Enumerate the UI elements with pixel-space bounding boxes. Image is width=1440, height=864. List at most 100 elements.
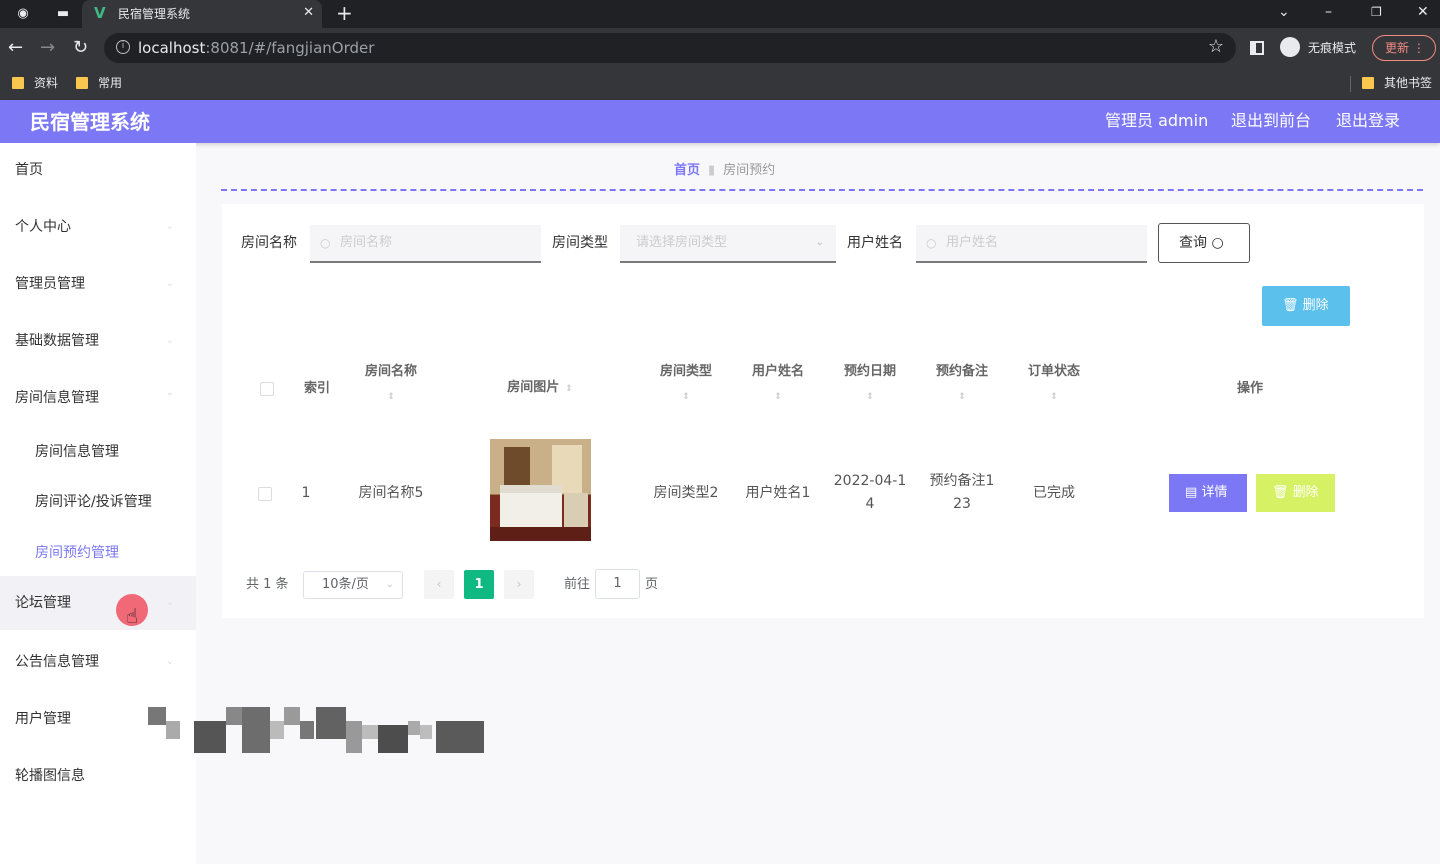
sort-icon[interactable]: ⇕ bbox=[646, 392, 726, 402]
breadcrumb-home[interactable]: 首页 bbox=[674, 163, 700, 178]
logout-link[interactable]: 退出登录 bbox=[1336, 111, 1400, 131]
bookmarks-bar: 资料 常用 其他书签 bbox=[0, 68, 1440, 100]
bookmark-folder-changyong[interactable]: 常用 bbox=[76, 75, 122, 91]
room-type-label: 房间类型 bbox=[552, 235, 608, 251]
vue-logo-icon: V bbox=[94, 4, 106, 22]
batch-delete-button[interactable]: 🗑 删除 bbox=[1262, 286, 1350, 326]
delete-button[interactable]: 🗑 删除 bbox=[1256, 474, 1335, 512]
restore-icon[interactable]: ❐ bbox=[1371, 3, 1382, 21]
th-user-name[interactable]: 用户姓名 ⇕ bbox=[738, 364, 818, 402]
user-name-input[interactable]: ○ 用户姓名 bbox=[916, 225, 1147, 263]
th-order-status[interactable]: 订单状态 ⇕ bbox=[1014, 364, 1094, 402]
th-booking-date[interactable]: 预约日期 ⇕ bbox=[830, 364, 910, 402]
sort-icon[interactable]: ⇕ bbox=[565, 384, 573, 394]
page-number-current[interactable]: 1 bbox=[464, 570, 494, 599]
app-title: 民宿管理系统 bbox=[30, 110, 150, 134]
cell-index: 1 bbox=[301, 485, 311, 501]
close-window-icon[interactable]: ✕ bbox=[1417, 3, 1429, 21]
th-room-image[interactable]: 房间图片 ⇕ bbox=[470, 380, 610, 397]
query-button[interactable]: 查询 ○ bbox=[1158, 223, 1250, 263]
sidebar-item-admin-management[interactable]: 管理员管理 ⌄ bbox=[0, 257, 196, 311]
search-icon: ○ bbox=[1211, 235, 1224, 251]
tab-search-icon[interactable]: ⌄ bbox=[1278, 3, 1290, 21]
pixelated-redaction bbox=[148, 707, 486, 753]
close-tab-icon[interactable]: ✕ bbox=[303, 5, 314, 21]
prev-page-button[interactable]: ‹ bbox=[424, 570, 454, 599]
chevron-down-icon: ⌄ bbox=[165, 597, 174, 608]
sort-icon[interactable]: ⇕ bbox=[922, 392, 1002, 402]
sidebar-item-home[interactable]: 首页 bbox=[0, 143, 196, 197]
chevron-down-icon: ⌄ bbox=[165, 221, 174, 232]
document-icon: ▤ bbox=[1185, 485, 1198, 500]
sidebar-item-forum[interactable]: 论坛管理 ⌄ bbox=[0, 576, 196, 630]
chevron-down-icon: ⌄ bbox=[815, 237, 824, 248]
bookmark-folder-ziliao[interactable]: 资料 bbox=[12, 75, 58, 91]
sort-icon[interactable]: ⇕ bbox=[738, 392, 818, 402]
content-panel bbox=[222, 204, 1424, 618]
cell-order-status: 已完成 bbox=[1033, 485, 1075, 501]
room-type-select[interactable]: 请选择房间类型 ⌄ bbox=[620, 225, 836, 263]
select-all-checkbox[interactable] bbox=[260, 382, 274, 396]
url-bar[interactable]: i localhost:8081/#/fangjianOrder ☆ bbox=[104, 33, 1236, 63]
exit-to-frontend-link[interactable]: 退出到前台 bbox=[1231, 111, 1311, 131]
new-tab-icon[interactable]: + bbox=[336, 3, 353, 23]
globe-icon[interactable]: ◉ bbox=[15, 6, 31, 22]
site-info-icon[interactable]: i bbox=[116, 40, 130, 54]
page-unit-label: 页 bbox=[645, 577, 659, 592]
sort-icon[interactable]: ⇕ bbox=[345, 392, 437, 402]
back-icon[interactable]: ← bbox=[8, 38, 23, 58]
chevron-down-icon: ⌄ bbox=[385, 579, 394, 590]
search-icon: ○ bbox=[926, 236, 937, 250]
incognito-icon[interactable] bbox=[1280, 37, 1300, 57]
forward-icon[interactable]: → bbox=[40, 38, 55, 58]
sidebar-subitem-room-info-management[interactable]: 房间信息管理 bbox=[0, 427, 196, 477]
chevron-down-icon: ⌄ bbox=[165, 656, 174, 667]
pagination-total: 共 1 条 bbox=[246, 577, 289, 592]
reload-icon[interactable]: ↻ bbox=[73, 38, 88, 58]
sidebar-item-base-data[interactable]: 基础数据管理 ⌄ bbox=[0, 314, 196, 368]
other-bookmarks[interactable]: 其他书签 bbox=[1362, 75, 1432, 91]
address-toolbar: ← → ↻ i localhost:8081/#/fangjianOrder ☆… bbox=[0, 28, 1440, 68]
cell-user-name: 用户姓名1 bbox=[745, 485, 811, 501]
chevron-down-icon: ⌄ bbox=[165, 278, 174, 289]
folder-icon bbox=[1362, 77, 1374, 89]
minimize-icon[interactable]: – bbox=[1325, 3, 1332, 21]
sidebar-item-personal-center[interactable]: 个人中心 ⌄ bbox=[0, 200, 196, 254]
user-name-label: 用户姓名 bbox=[847, 235, 903, 251]
side-panel-icon[interactable] bbox=[1250, 41, 1264, 55]
update-button[interactable]: 更新 ⋮ bbox=[1372, 35, 1436, 61]
room-photo-image bbox=[490, 439, 591, 541]
cell-booking-date: 2022-04-1 4 bbox=[833, 473, 907, 512]
page-size-select[interactable]: 10条/页 ⌄ bbox=[303, 571, 403, 599]
breadcrumb: 首页 ▮ 房间预约 bbox=[674, 162, 775, 180]
th-room-name[interactable]: 房间名称 ⇕ bbox=[345, 364, 437, 402]
sidebar-subitem-room-comments[interactable]: 房间评论/投诉管理 bbox=[0, 477, 196, 527]
breadcrumb-separator-icon: ▮ bbox=[708, 163, 716, 178]
goto-page-input[interactable]: 1 bbox=[595, 569, 640, 599]
room-name-input[interactable]: ○ 房间名称 bbox=[310, 225, 541, 263]
th-booking-remark[interactable]: 预约备注 ⇕ bbox=[922, 364, 1002, 402]
sort-icon[interactable]: ⇕ bbox=[830, 392, 910, 402]
hand-cursor-icon: ☝ bbox=[126, 604, 139, 628]
th-room-type[interactable]: 房间类型 ⇕ bbox=[646, 364, 726, 402]
admin-user-label: 管理员 admin bbox=[1105, 111, 1209, 130]
sort-icon[interactable]: ⇕ bbox=[1014, 392, 1094, 402]
window-icon[interactable]: ▬ bbox=[54, 6, 72, 22]
room-photo[interactable] bbox=[490, 439, 591, 541]
sidebar-item-carousel[interactable]: 轮播图信息 bbox=[0, 749, 196, 803]
search-icon: ○ bbox=[320, 236, 331, 250]
row-checkbox[interactable] bbox=[258, 487, 272, 501]
sidebar-item-room-info[interactable]: 房间信息管理 ⌃ bbox=[0, 371, 196, 425]
browser-tab-bar: ◉ ▬ V 民宿管理系统 ✕ + ⌄ – ❐ ✕ bbox=[0, 0, 1440, 28]
trash-icon: 🗑 bbox=[1282, 298, 1299, 313]
sidebar-item-announcements[interactable]: 公告信息管理 ⌄ bbox=[0, 635, 196, 689]
th-operations: 操作 bbox=[1236, 381, 1263, 396]
detail-button[interactable]: ▤ 详情 bbox=[1169, 474, 1247, 512]
browser-tab[interactable]: V 民宿管理系统 ✕ bbox=[82, 0, 322, 28]
bookmark-divider bbox=[1350, 76, 1351, 92]
next-page-button[interactable]: › bbox=[504, 570, 534, 599]
incognito-label: 无痕模式 bbox=[1308, 41, 1357, 55]
chevron-down-icon: ⌄ bbox=[165, 335, 174, 346]
sidebar-subitem-room-booking[interactable]: 房间预约管理 bbox=[0, 528, 196, 578]
bookmark-star-icon[interactable]: ☆ bbox=[1208, 37, 1224, 57]
